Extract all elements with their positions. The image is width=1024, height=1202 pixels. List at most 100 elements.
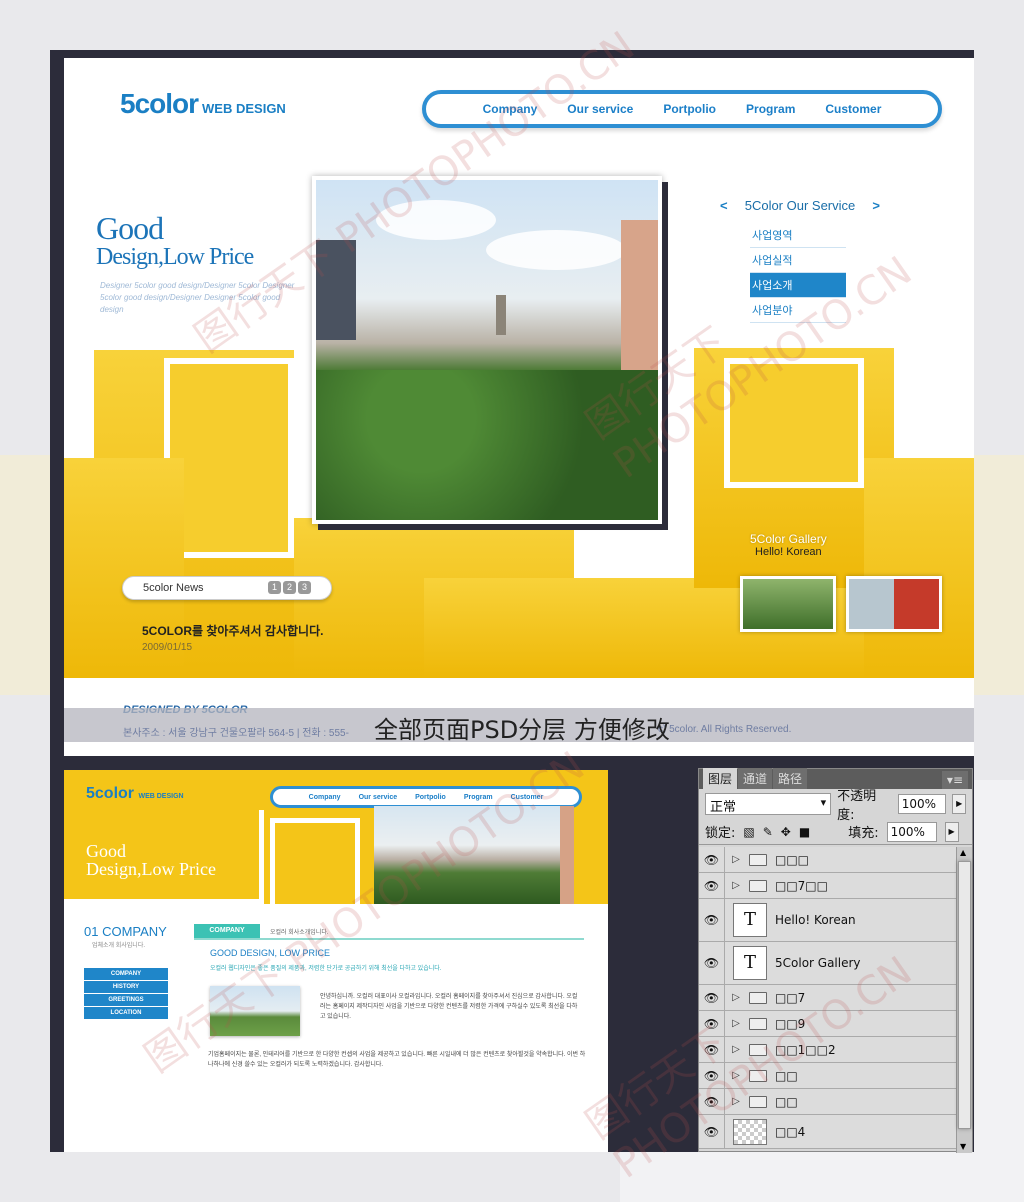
subpage-side-menu: COMPANY HISTORY GREETINGS LOCATION	[84, 968, 168, 1020]
layer-name: □□7	[775, 990, 806, 1005]
lock-all-icon[interactable]: ■	[799, 825, 810, 839]
expand-icon[interactable]: ▷	[729, 854, 743, 865]
text-layer-icon: T	[733, 903, 767, 937]
layer-row[interactable]: 👁 ▷ □□	[699, 1063, 956, 1089]
service-item[interactable]: 사업영역	[750, 223, 846, 248]
site-logo[interactable]: 5color WEB DESIGN	[120, 88, 286, 120]
expand-icon[interactable]: ▷	[729, 880, 743, 891]
subpage-logo[interactable]: 5color WEB DESIGN	[86, 785, 184, 803]
layer-name: □□7□□	[775, 878, 828, 893]
tab-layers[interactable]: 图层	[703, 768, 738, 789]
slogan-line-1: Good	[86, 841, 126, 861]
nav-our-service[interactable]: Our service	[567, 102, 633, 116]
slogan-line-2: Design,Low Price	[86, 859, 216, 879]
layer-name: □□	[775, 1068, 798, 1083]
service-list: 사업영역 사업실적 사업소개 사업분야	[750, 223, 846, 323]
news-page-2[interactable]: 2	[283, 581, 296, 594]
lock-pixels-icon[interactable]: ✎	[763, 825, 773, 839]
eye-icon[interactable]: 👁	[699, 1089, 725, 1114]
blend-mode-select[interactable]: 正常	[705, 793, 832, 815]
logo-text: 5color	[120, 88, 199, 119]
layer-name: 5Color Gallery	[775, 956, 861, 970]
nav-portpolio[interactable]: Portpolio	[415, 794, 446, 801]
scrollbar-thumb[interactable]	[958, 861, 971, 1129]
eye-icon[interactable]: 👁	[699, 1011, 725, 1036]
eye-icon[interactable]: 👁	[699, 899, 725, 941]
nav-our-service[interactable]: Our service	[359, 794, 398, 801]
eye-icon[interactable]: 👁	[699, 873, 725, 898]
folder-icon	[749, 879, 767, 892]
service-item-active[interactable]: 사업소개	[750, 273, 846, 298]
subpage-nav: Company Our service Portpolio Program Cu…	[270, 786, 582, 808]
scroll-down-icon[interactable]: ▼	[960, 1142, 966, 1151]
opacity-input[interactable]: 100%	[897, 794, 947, 814]
fill-stepper[interactable]: ▶	[944, 821, 959, 842]
expand-icon[interactable]: ▷	[729, 1096, 743, 1107]
folder-icon	[749, 1043, 767, 1056]
eye-icon[interactable]: 👁	[699, 847, 725, 872]
layer-row[interactable]: 👁 T Hello! Korean	[699, 899, 956, 942]
layer-row[interactable]: 👁 ▷ □□7□□	[699, 873, 956, 899]
layer-row[interactable]: 👁 ▷ □□9	[699, 1011, 956, 1037]
side-menu-company[interactable]: COMPANY	[84, 968, 168, 980]
eye-icon[interactable]: 👁	[699, 1063, 725, 1088]
expand-icon[interactable]: ▷	[729, 1070, 743, 1081]
slogan-line-2: Design,Low Price	[96, 244, 254, 270]
opacity-label: 不透明度:	[837, 789, 877, 823]
eye-icon[interactable]: 👁	[699, 1115, 725, 1148]
layer-row[interactable]: 👁 T 5Color Gallery	[699, 942, 956, 985]
fill-input[interactable]: 100%	[886, 821, 937, 842]
opacity-stepper[interactable]: ▶	[952, 794, 966, 814]
eye-icon[interactable]: 👁	[699, 1037, 725, 1062]
folder-icon	[749, 853, 767, 866]
expand-icon[interactable]: ▷	[729, 1044, 743, 1055]
yellow-frame	[270, 818, 360, 904]
side-menu-location[interactable]: LOCATION	[84, 1007, 168, 1019]
lock-position-icon[interactable]: ✥	[781, 825, 791, 839]
scroll-up-icon[interactable]: ▲	[960, 848, 966, 857]
gallery-thumbnail[interactable]	[740, 576, 836, 632]
expand-icon[interactable]: ▷	[729, 1018, 743, 1029]
service-next-arrow[interactable]: >	[872, 198, 880, 213]
side-menu-history[interactable]: HISTORY	[84, 981, 168, 993]
nav-program[interactable]: Program	[464, 794, 493, 801]
layer-row[interactable]: 👁 □□4	[699, 1115, 956, 1149]
panel-menu-icon[interactable]: ▾≡	[941, 771, 968, 789]
nav-company[interactable]: Company	[309, 794, 341, 801]
side-menu-greetings[interactable]: GREETINGS	[84, 994, 168, 1006]
news-page-3[interactable]: 3	[298, 581, 311, 594]
eye-icon[interactable]: 👁	[699, 985, 725, 1010]
gallery-caption: 5Color Gallery Hello! Korean	[750, 532, 827, 558]
trees	[316, 370, 658, 520]
service-prev-arrow[interactable]: <	[720, 198, 728, 213]
footer-address: 본사주소 : 서울 강남구 건물오팔라 564-5 | 전화 : 555-	[123, 728, 349, 739]
layer-row[interactable]: 👁 ▷ □□1□□2	[699, 1037, 956, 1063]
layer-row[interactable]: 👁 ▷ □□	[699, 1089, 956, 1115]
news-headline[interactable]: 5COLOR를 찾아주셔서 감사합니다.	[142, 622, 323, 639]
content-paragraph: 기업홈페이지는 물론, 인테리어를 기반으로 한 다양한 컨셉의 사업을 제공하…	[208, 1052, 586, 1068]
tab-company[interactable]: COMPANY	[194, 924, 260, 938]
service-item[interactable]: 사업실적	[750, 248, 846, 273]
nav-customer[interactable]: Customer	[825, 102, 881, 116]
nav-company[interactable]: Company	[483, 102, 538, 116]
nav-portpolio[interactable]: Portpolio	[663, 102, 716, 116]
slogan-line-1: Good	[96, 210, 164, 246]
layer-row[interactable]: 👁 ▷ □□□	[699, 847, 956, 873]
nav-program[interactable]: Program	[746, 102, 795, 116]
service-box: < 5Color Our Service > 사업영역 사업실적 사업소개 사업…	[720, 198, 900, 323]
eye-icon[interactable]: 👁	[699, 942, 725, 984]
service-title: 5Color Our Service	[744, 198, 856, 213]
tab-channels[interactable]: 通道	[738, 768, 773, 789]
service-item[interactable]: 사업분야	[750, 298, 846, 323]
news-page-1[interactable]: 1	[268, 581, 281, 594]
lock-transparency-icon[interactable]: ▧	[743, 825, 754, 839]
folder-icon	[749, 1017, 767, 1030]
footer-rights: c) 5color. All Rights Reserved.	[658, 724, 792, 735]
gallery-thumbnail[interactable]	[846, 576, 942, 632]
layer-name: □□1□□2	[775, 1042, 836, 1057]
layers-scrollbar[interactable]: ▲ ▼	[956, 847, 972, 1153]
nav-customer[interactable]: Customer	[511, 794, 544, 801]
tab-paths[interactable]: 路径	[773, 768, 808, 789]
expand-icon[interactable]: ▷	[729, 992, 743, 1003]
layer-row[interactable]: 👁 ▷ □□7	[699, 985, 956, 1011]
